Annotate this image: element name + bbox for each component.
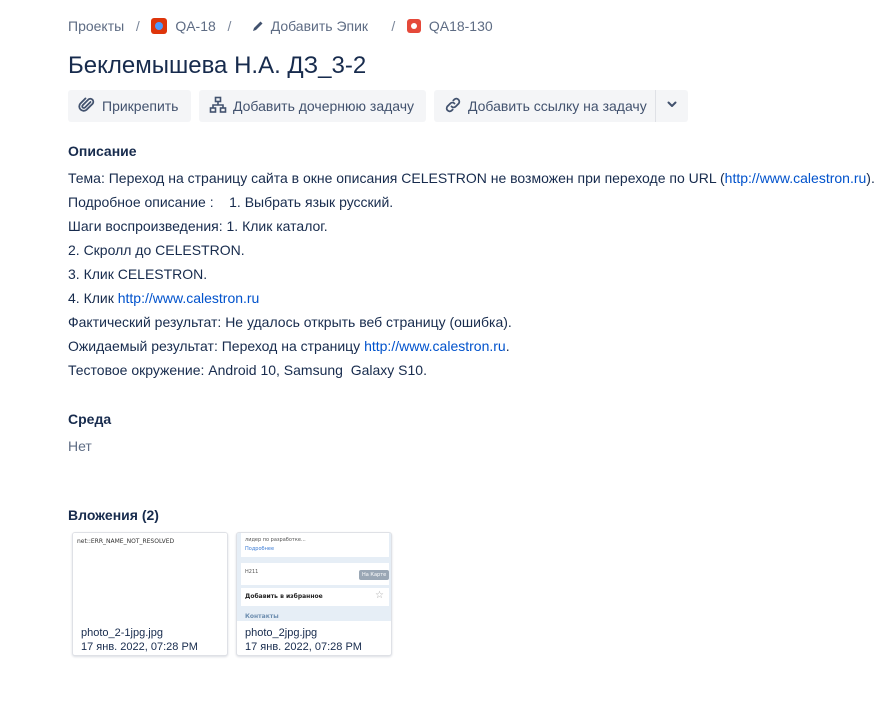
attach-button[interactable]: Прикрепить [68, 90, 191, 122]
add-child-issue-button[interactable]: Добавить дочернюю задачу [199, 90, 426, 122]
project-icon [151, 18, 168, 34]
text: Ожидаемый результат: Переход на страницу [68, 338, 365, 354]
breadcrumb-issue[interactable]: QA18-130 [429, 18, 493, 34]
paperclip-icon [78, 96, 102, 117]
breadcrumb-separator: / [371, 18, 404, 34]
attachments-heading: Вложения (2) [68, 507, 159, 523]
breadcrumb: Проекты / QA-18 / Добавить Эпик / QA18-1… [68, 16, 493, 36]
thumbnail-text: Подробнее [245, 546, 275, 552]
breadcrumb-separator: / [219, 18, 247, 34]
breadcrumb-separator: / [128, 18, 148, 34]
chevron-down-icon [666, 97, 678, 115]
thumbnail-text: Контакты [245, 613, 279, 620]
description-line: Фактический результат: Не удалось открыт… [68, 314, 512, 330]
breadcrumb-projects[interactable]: Проекты [68, 18, 124, 34]
description-line: 2. Скролл до CELESTRON. [68, 242, 245, 258]
pencil-icon [251, 18, 269, 34]
description-line: Тема: Переход на страницу сайта в окне о… [68, 166, 875, 190]
hierarchy-icon [209, 96, 233, 117]
description-line: Шаги воспроизведения: 1. Клик каталог. [68, 218, 328, 234]
text: . [505, 338, 510, 354]
attach-label: Прикрепить [102, 98, 179, 114]
description-link[interactable]: http://www.calestron.ru [364, 338, 506, 354]
thumbnail-text: Добавить в избранное [245, 593, 323, 600]
attachment-date: 17 янв. 2022, 07:28 PM [81, 641, 198, 653]
text: 4. Клик [68, 290, 118, 306]
link-icon [444, 96, 468, 117]
description-heading: Описание [68, 143, 137, 159]
attachment-thumbnail: net::ERR_NAME_NOT_RESOLVED [73, 533, 227, 621]
description-line: Тестовое окружение: Android 10, Samsung … [68, 362, 427, 378]
thumbnail-text: лидер по разработке... [245, 537, 306, 543]
environment-value[interactable]: Нет [68, 438, 92, 454]
star-icon: ☆ [375, 590, 384, 601]
breadcrumb-project[interactable]: QA-18 [175, 18, 215, 34]
description-line: Подробное описание : 1. Выбрать язык рус… [68, 194, 394, 210]
attachment-name: photo_2-1jpg.jpg [81, 627, 163, 639]
attachment-thumbnail: лидер по разработке... Подробнее Н211 На… [237, 533, 391, 621]
add-child-issue-label: Добавить дочернюю задачу [233, 98, 415, 114]
issue-type-icon [406, 19, 421, 33]
thumbnail-text: net::ERR_NAME_NOT_RESOLVED [77, 538, 175, 545]
description-line: 3. Клик CELESTRON. [68, 266, 208, 282]
issue-title[interactable]: Беклемышева Н.А. ДЗ_3-2 [68, 50, 366, 82]
thumbnail-text: Н211 [245, 569, 259, 575]
text: Тема: Переход на страницу сайта в окне о… [68, 170, 725, 186]
environment-heading: Среда [68, 411, 112, 427]
description-link[interactable]: http://www.calestron.ru [725, 170, 867, 186]
text: ). [866, 170, 875, 186]
description-line: 4. Клик http://www.calestron.ru [68, 286, 868, 310]
add-issue-link-label: Добавить ссылку на задачу [468, 98, 647, 114]
thumbnail-button: На Карте [359, 570, 390, 580]
attachment-date: 17 янв. 2022, 07:28 PM [245, 641, 362, 653]
description-link[interactable]: http://www.calestron.ru [118, 290, 260, 306]
description-line: Ожидаемый результат: Переход на страницу… [68, 334, 868, 358]
attachment-name: photo_2jpg.jpg [245, 627, 318, 639]
attachment-card[interactable]: лидер по разработке... Подробнее Н211 На… [236, 532, 392, 656]
description-body[interactable]: Тема: Переход на страницу сайта в окне о… [68, 166, 875, 382]
add-issue-link-button[interactable]: Добавить ссылку на задачу [434, 90, 655, 122]
attachment-card[interactable]: net::ERR_NAME_NOT_RESOLVED photo_2-1jpg.… [72, 532, 228, 656]
breadcrumb-add-epic[interactable]: Добавить Эпик [271, 18, 368, 34]
more-actions-button[interactable] [656, 90, 688, 122]
